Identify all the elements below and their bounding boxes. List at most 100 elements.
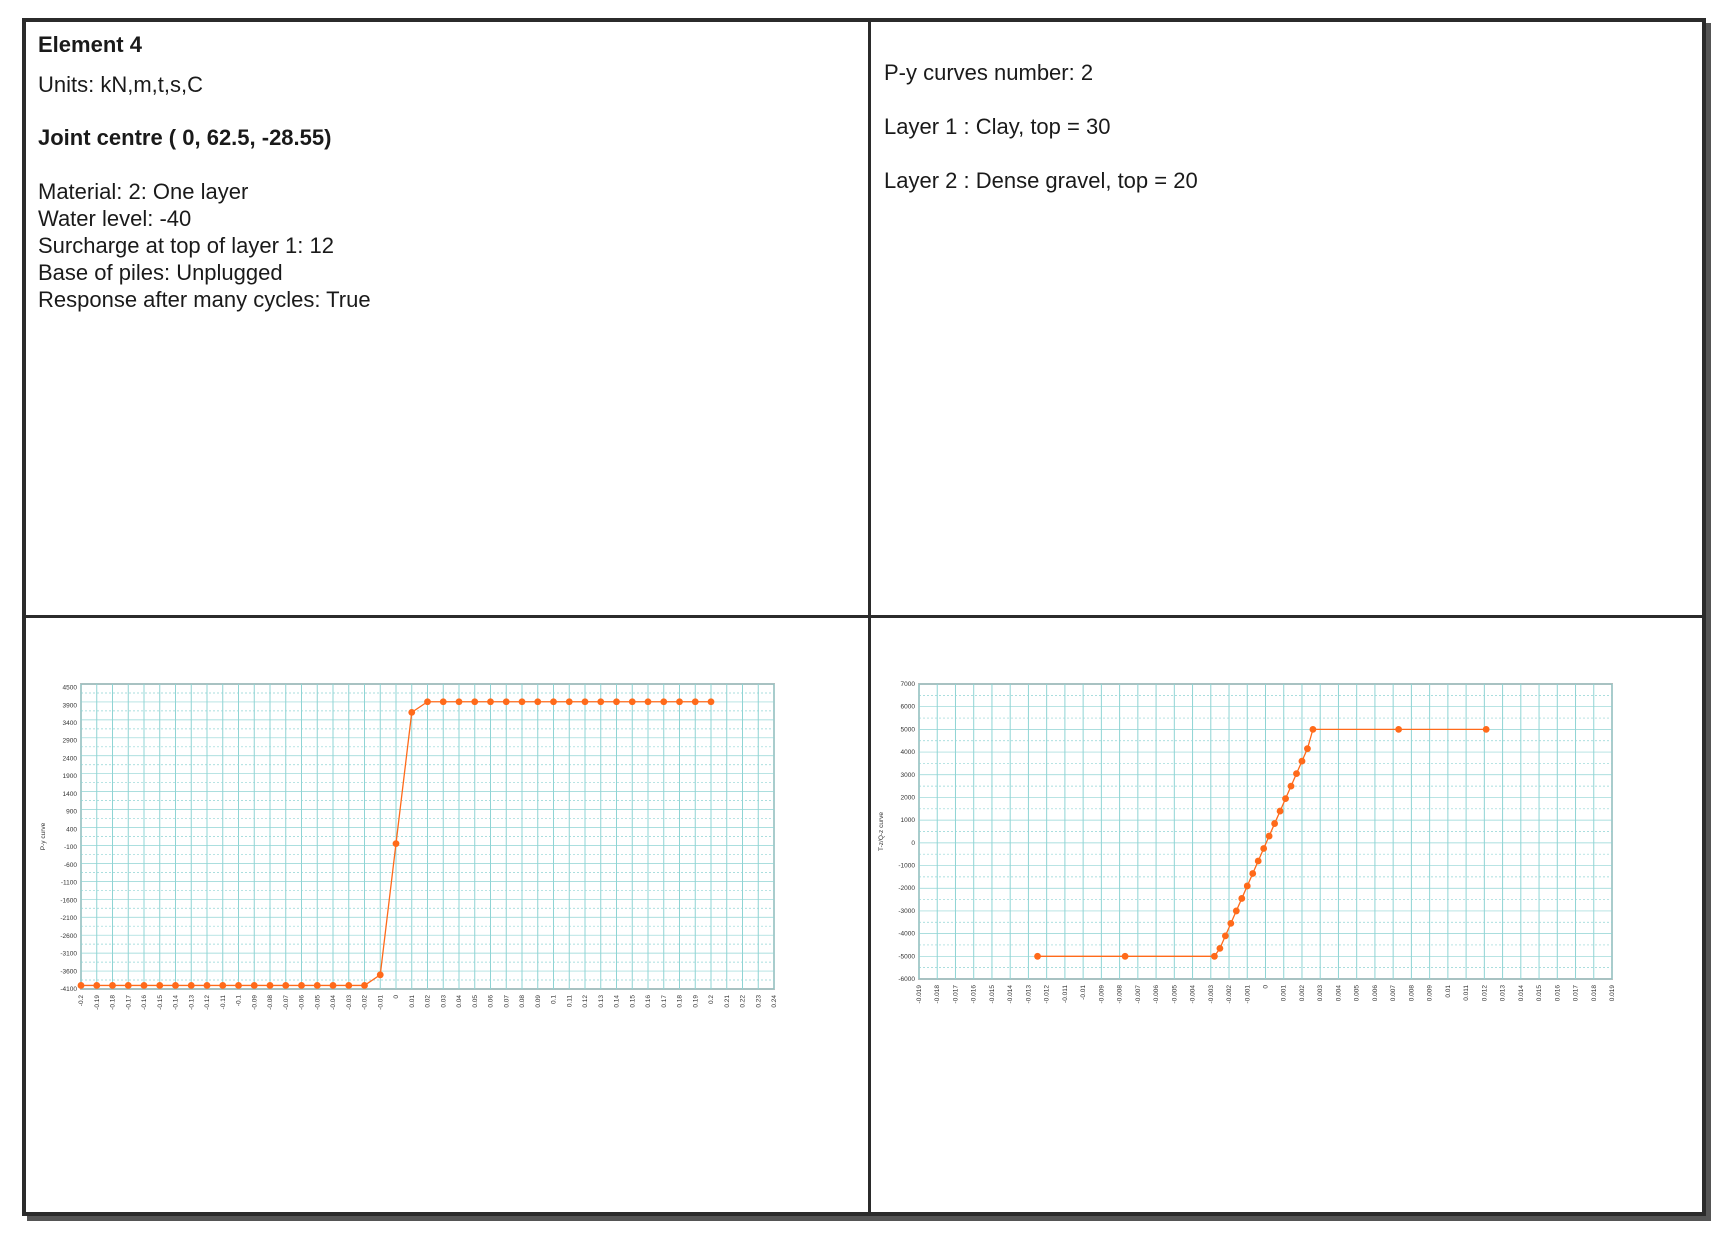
x-tick-label: 0.08	[519, 995, 526, 1008]
data-point	[676, 698, 683, 706]
x-tick-label: 0.1	[551, 995, 558, 1004]
data-point	[1298, 757, 1306, 765]
data-point	[187, 982, 195, 989]
data-point	[471, 698, 479, 706]
data-point	[644, 698, 652, 706]
x-tick-label: -0.16	[141, 995, 148, 1010]
x-tick-label: 0.002	[1299, 985, 1306, 1002]
data-point	[613, 698, 620, 706]
data-point	[1243, 882, 1251, 890]
data-point	[1293, 770, 1300, 778]
x-tick-label: -0.014	[1007, 985, 1014, 1004]
x-tick-label: -0.004	[1190, 985, 1197, 1004]
data-point	[140, 982, 148, 989]
x-tick-label: -0.19	[94, 995, 101, 1010]
x-tick-label: 0.12	[582, 995, 589, 1008]
y-tick-label: 1900	[63, 773, 78, 780]
data-point	[581, 698, 589, 706]
data-point	[219, 982, 227, 989]
y-tick-label: -4100	[60, 986, 77, 993]
x-tick-label: -0.005	[1171, 985, 1178, 1004]
x-tick-label: 0.019	[1609, 985, 1616, 1002]
y-tick-label: -4000	[898, 931, 915, 938]
data-point	[298, 982, 305, 989]
x-tick-label: 0.19	[692, 995, 699, 1008]
x-tick-label: -0.04	[330, 995, 337, 1010]
x-tick-label: -0.006	[1153, 985, 1160, 1004]
base-of-piles-text: Base of piles: Unplugged	[38, 260, 283, 285]
x-tick-label: -0.08	[267, 995, 274, 1010]
x-tick-label: 0.012	[1481, 985, 1488, 1002]
x-tick-label: 0.05	[472, 995, 479, 1008]
y-tick-label: -3000	[898, 908, 915, 915]
y-tick-label: -2100	[60, 915, 77, 922]
x-tick-label: 0.22	[740, 995, 747, 1008]
data-point	[93, 982, 101, 989]
x-tick-label: -0.11	[220, 995, 227, 1010]
data-point	[408, 708, 416, 716]
x-tick-label: -0.05	[314, 995, 321, 1010]
x-tick-label: -0.03	[346, 995, 353, 1010]
x-tick-label: -0.001	[1244, 985, 1251, 1004]
x-tick-label: -0.01	[1080, 985, 1087, 1000]
data-point	[1287, 782, 1295, 790]
py-curve-chart: -0.2 -0.19 -0.18 -0.17 -0.16 -0.15 -0.14 -0.13 -…	[40, 683, 778, 1010]
data-point	[266, 982, 274, 989]
x-tick-label: -0.18	[110, 995, 117, 1010]
x-tick-label: 0.24	[771, 995, 778, 1008]
x-tick-label: -0.015	[989, 985, 996, 1004]
data-point	[487, 698, 494, 706]
data-point	[235, 982, 242, 989]
x-tick-label: 0.015	[1536, 985, 1543, 1002]
data-point	[1282, 795, 1289, 802]
x-tick-label: 0.15	[629, 995, 636, 1008]
x-tick-label: -0.01	[377, 995, 384, 1010]
x-tick-label: 0	[393, 995, 400, 999]
data-point	[1121, 952, 1129, 960]
y-tick-label: 1000	[901, 817, 916, 824]
py-chart-panel: -0.2 -0.19 -0.18 -0.17 -0.16 -0.15 -0.14 -0.13 -…	[26, 618, 868, 1216]
x-tick-label: -0.07	[283, 995, 290, 1010]
element-info-panel: Element 4 Units: kN,m,t,s,C Joint centre…	[38, 32, 858, 607]
x-tick-label: 0.2	[708, 995, 715, 1004]
data-point	[565, 698, 573, 706]
data-point	[628, 698, 636, 706]
data-point	[156, 982, 164, 989]
x-tick-label: 0.02	[425, 995, 432, 1008]
y-tick-label: -2000	[898, 885, 915, 892]
data-point	[1276, 807, 1284, 815]
x-tick-label: 0.017	[1573, 985, 1580, 1002]
y-tick-label: -3600	[60, 968, 77, 975]
y-tick-label: 0	[911, 840, 915, 847]
y-tick-label: 3000	[901, 772, 916, 779]
x-tick-label: 0.013	[1500, 985, 1507, 1002]
data-point	[329, 982, 337, 989]
x-tick-label: 0.03	[440, 995, 447, 1008]
x-tick-label: 0	[1263, 985, 1270, 989]
data-point	[502, 698, 510, 706]
data-point	[550, 698, 557, 706]
data-point	[1260, 845, 1268, 852]
data-point	[691, 698, 699, 706]
y-tick-label: 5000	[901, 726, 916, 733]
x-tick-label: -0.011	[1062, 985, 1069, 1003]
x-tick-label: -0.007	[1135, 985, 1142, 1004]
data-point	[282, 982, 290, 989]
y-tick-label: -6000	[898, 976, 915, 983]
data-point	[518, 698, 526, 706]
material-text: Material: 2: One layer	[38, 179, 249, 204]
data-point	[1482, 725, 1490, 733]
data-point	[1249, 870, 1257, 877]
data-point	[1216, 944, 1224, 952]
tz-chart-panel: -0.019 -0.018 -0.017 -0.016 -0.015 -0.014 -0.0…	[871, 618, 1706, 1216]
x-tick-label: 0.018	[1591, 985, 1598, 1002]
y-tick-label: -1000	[898, 863, 915, 870]
x-tick-label: 0.14	[614, 995, 621, 1008]
y-tick-label: -2600	[60, 933, 77, 940]
data-point	[109, 982, 116, 989]
data-point	[660, 698, 668, 706]
data-point	[1395, 725, 1403, 733]
x-tick-label: -0.17	[125, 995, 132, 1010]
tz-curve-chart: -0.019 -0.018 -0.017 -0.016 -0.015 -0.014 -0.0…	[878, 681, 1616, 1004]
element-title: Element 4	[38, 32, 142, 57]
